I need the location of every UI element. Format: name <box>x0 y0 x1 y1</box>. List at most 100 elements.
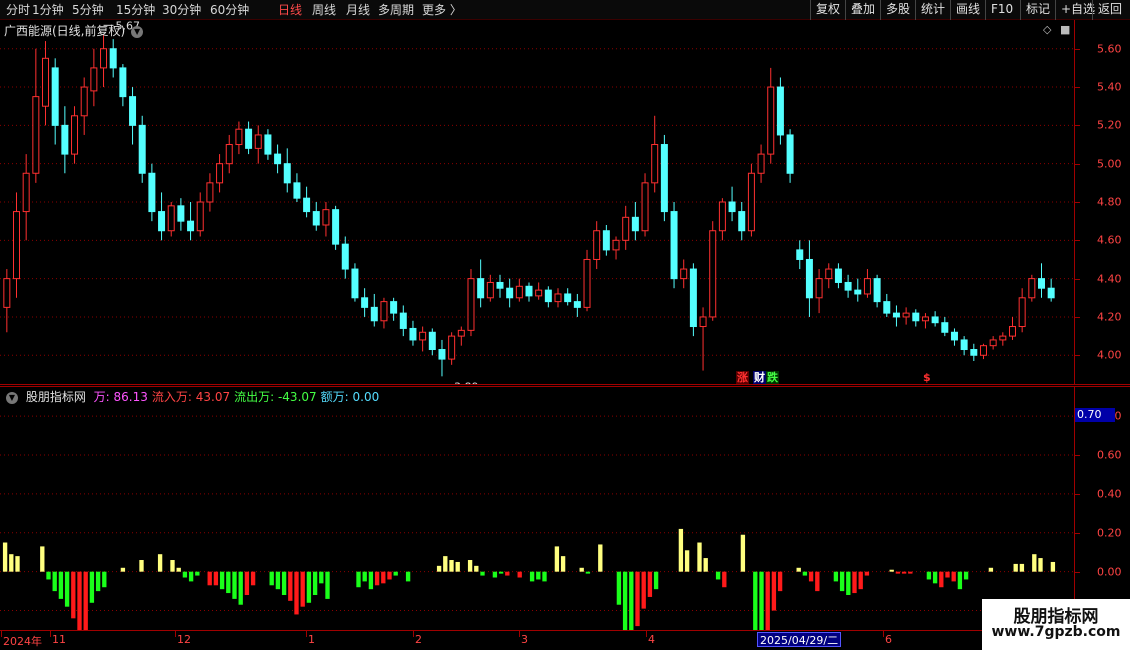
indicator-bar <box>275 571 281 590</box>
indicator-bar <box>1038 558 1043 572</box>
indicator-bar <box>641 571 646 609</box>
period-tab[interactable]: 60分钟 <box>210 2 249 18</box>
indicator-bar <box>15 556 20 572</box>
candle-body <box>873 278 881 303</box>
candle-body <box>805 258 813 299</box>
indicator-bar <box>269 571 274 586</box>
indicator-bar <box>852 571 857 594</box>
period-tab[interactable]: 月线 <box>346 2 370 18</box>
period-tab[interactable]: 1分钟 <box>32 2 64 18</box>
indicator-bar <box>722 571 727 588</box>
candle-body <box>931 316 939 324</box>
candle-body <box>738 211 746 232</box>
indicator-field: 万: 86.13 <box>93 390 148 404</box>
indicator-bar <box>58 571 64 599</box>
indicator-bar <box>474 565 479 572</box>
indicator-bar <box>963 571 969 580</box>
indicator-name: 股朋指标网 <box>25 390 86 404</box>
candle-body <box>1037 278 1045 289</box>
indicator-bar <box>846 571 851 596</box>
indicator-bar <box>83 571 88 630</box>
candle-body <box>274 153 282 165</box>
candle-body <box>90 67 98 92</box>
candle-body <box>718 201 726 232</box>
event-tag[interactable]: 财 <box>753 371 766 384</box>
indicator-bar <box>77 571 82 630</box>
indicator-chart[interactable] <box>0 387 1074 630</box>
candle-body <box>564 293 572 303</box>
candle-body <box>834 268 842 283</box>
indicator-bar <box>492 571 498 578</box>
date-axis-label: 6 <box>885 633 892 646</box>
candle-body <box>757 153 765 174</box>
candle-body <box>602 230 610 251</box>
indicator-bar <box>306 571 312 603</box>
period-tab[interactable]: 更多 〉 <box>422 2 462 18</box>
candle-body <box>428 331 436 351</box>
candle-body <box>351 268 359 299</box>
candle-body <box>515 285 523 299</box>
candle-body <box>167 205 175 232</box>
indicator-bar <box>926 571 932 580</box>
indicator-bar <box>579 567 584 572</box>
candle-body <box>341 243 349 270</box>
indicator-bar <box>226 571 231 594</box>
candlestick-chart[interactable]: 5.673.89 <box>0 20 1074 384</box>
candle-body <box>177 205 185 222</box>
period-tab[interactable]: 分时 <box>6 2 30 18</box>
indicator-bar <box>542 571 547 582</box>
candle-body <box>786 134 794 174</box>
toolbar-button[interactable]: F10 <box>985 0 1018 20</box>
event-tag[interactable]: $ <box>922 371 932 384</box>
price-axis-tick <box>1075 87 1080 89</box>
period-tab[interactable]: 多周期 <box>378 2 414 18</box>
indicator-bar <box>188 571 194 582</box>
toolbar-button[interactable]: 返回 <box>1092 0 1127 20</box>
indicator-bar <box>480 571 485 576</box>
period-tab[interactable]: 30分钟 <box>162 2 201 18</box>
candle-body <box>390 301 398 314</box>
candle-body <box>1018 297 1026 328</box>
toolbar-button[interactable]: 标记 <box>1020 0 1055 20</box>
indicator-bar <box>715 571 721 580</box>
event-tag[interactable]: 涨 <box>736 371 749 384</box>
indicator-bar <box>436 565 442 572</box>
indicator-bar <box>740 534 746 572</box>
indicator-bar <box>771 571 777 611</box>
toolbar-button[interactable]: 复权 <box>810 0 845 20</box>
indicator-bar <box>182 571 188 578</box>
toolbar-button[interactable]: 多股 <box>880 0 915 20</box>
toolbar-button[interactable]: 统计 <box>915 0 950 20</box>
indicator-bar <box>467 560 473 572</box>
settings-icon[interactable]: ■ <box>1060 23 1070 36</box>
candle-body <box>254 134 262 149</box>
candle-body <box>883 301 891 314</box>
price-axis-label: 5.60 <box>1097 42 1122 56</box>
candle-body <box>825 268 833 280</box>
indicator-bar <box>808 571 814 582</box>
period-tab[interactable]: 周线 <box>312 2 336 18</box>
chevron-down-icon[interactable]: ▼ <box>131 25 144 38</box>
period-tab[interactable]: 5分钟 <box>72 2 104 18</box>
indicator-bar <box>765 571 770 630</box>
event-tag[interactable]: 跌 <box>766 371 779 384</box>
toolbar-button[interactable]: 叠加 <box>845 0 880 20</box>
candle-body <box>370 306 378 322</box>
candle-body <box>776 86 784 136</box>
period-tab[interactable]: 15分钟 <box>116 2 155 18</box>
indicator-axis: 0.800.600.400.200.00-0.20 <box>1074 387 1130 630</box>
indicator-bar <box>802 571 808 576</box>
indicator-bar <box>635 571 640 627</box>
date-axis-tick <box>1 631 2 637</box>
indicator-bar <box>684 550 690 572</box>
candle-body <box>138 124 146 174</box>
candle-body <box>245 128 253 149</box>
chevron-down-icon[interactable]: ▼ <box>6 391 18 404</box>
diamond-icon[interactable]: ◇ <box>1043 23 1051 36</box>
candle-body <box>854 289 862 295</box>
toolbar-button[interactable]: 画线 <box>950 0 985 20</box>
indicator-bar <box>449 560 454 572</box>
indicator-bar <box>368 571 374 590</box>
period-tab[interactable]: 日线 <box>278 2 302 18</box>
indicator-bar <box>957 571 963 590</box>
